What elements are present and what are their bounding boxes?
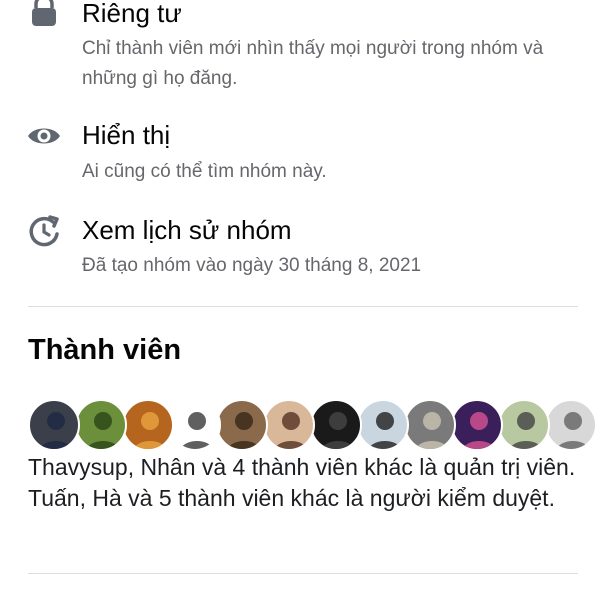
avatar-4[interactable] <box>169 399 221 451</box>
avatar-6[interactable] <box>263 399 315 451</box>
avatar-8[interactable] <box>357 399 409 451</box>
avatar-7[interactable] <box>310 399 362 451</box>
history-icon <box>26 213 62 249</box>
history-title[interactable]: Xem lịch sử nhóm <box>82 215 292 246</box>
member-avatars[interactable] <box>28 399 600 453</box>
privacy-desc: Chỉ thành viên mới nhìn thấy mọi người t… <box>82 38 544 89</box>
avatar-1[interactable] <box>28 399 80 451</box>
history-desc: Đã tạo nhóm vào ngày 30 tháng 8, 2021 <box>82 255 422 276</box>
avatar-5[interactable] <box>216 399 268 451</box>
divider-top <box>28 306 578 307</box>
members-summary: Thavysup, Nhân và 4 thành viên khác là q… <box>28 454 576 511</box>
avatar-3[interactable] <box>122 399 174 451</box>
visibility-title: Hiển thị <box>82 120 171 150</box>
avatar-2[interactable] <box>75 399 127 451</box>
avatar-10[interactable] <box>451 399 503 451</box>
members-title: Thành viên <box>28 334 182 366</box>
avatar-12[interactable] <box>545 399 597 451</box>
avatar-9[interactable] <box>404 399 456 451</box>
lock-icon <box>26 0 62 30</box>
avatar-11[interactable] <box>498 399 550 451</box>
eye-icon <box>26 118 62 154</box>
divider-bottom <box>28 573 578 574</box>
visibility-desc: Ai cũng có thể tìm nhóm này. <box>82 161 327 182</box>
privacy-title: Riêng tư <box>82 0 182 28</box>
